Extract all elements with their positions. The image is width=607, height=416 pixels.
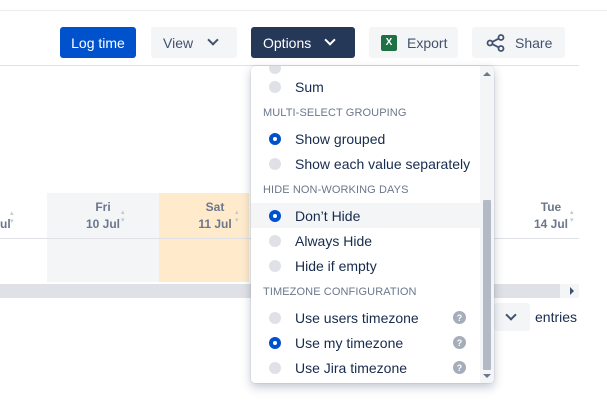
radio-icon bbox=[269, 80, 281, 93]
export-button[interactable]: X Export bbox=[369, 27, 458, 58]
option-label: Sum bbox=[295, 78, 324, 95]
entries-per-page-select[interactable] bbox=[494, 303, 530, 331]
option-label: Use users timezone bbox=[295, 309, 419, 326]
share-button[interactable]: Share bbox=[472, 27, 565, 58]
chevron-down-icon bbox=[207, 34, 219, 46]
radio-selected-icon bbox=[269, 132, 281, 145]
radio-icon bbox=[269, 66, 281, 74]
excel-icon: X bbox=[381, 34, 397, 51]
scroll-down-arrow-icon[interactable] bbox=[483, 374, 491, 378]
view-button[interactable]: View bbox=[151, 27, 237, 58]
help-icon[interactable]: ? bbox=[453, 336, 466, 349]
radio-icon bbox=[269, 361, 281, 374]
section-timezone-configuration: TIMEZONE CONFIGURATION bbox=[263, 286, 417, 298]
sort-icon: ▴ ▾ bbox=[570, 209, 574, 224]
radio-icon bbox=[269, 311, 281, 324]
dropdown-scrollbar[interactable] bbox=[480, 66, 494, 383]
option-label: Use my timezone bbox=[295, 334, 404, 351]
option-use-my-timezone[interactable]: Use my timezone ? bbox=[251, 330, 480, 355]
options-dropdown: Sum MULTI-SELECT GROUPING Show grouped S… bbox=[251, 66, 494, 383]
radio-icon bbox=[269, 234, 281, 247]
dropdown-scrollbar-thumb[interactable] bbox=[483, 200, 491, 370]
chevron-down-icon bbox=[505, 309, 517, 321]
option-label: Always Hide bbox=[295, 232, 373, 249]
options-label: Options bbox=[263, 34, 312, 51]
option-label: Hide if empty bbox=[295, 257, 377, 274]
scroll-up-arrow-icon[interactable] bbox=[483, 72, 491, 76]
share-label: Share bbox=[515, 34, 553, 51]
option-use-users-timezone[interactable]: Use users timezone ? bbox=[251, 305, 480, 330]
sort-icon: ▴ ▾ bbox=[235, 209, 239, 224]
log-time-label: Log time bbox=[71, 34, 125, 51]
option-use-jira-timezone[interactable]: Use Jira timezone ? bbox=[251, 355, 480, 380]
option-show-grouped[interactable]: Show grouped bbox=[251, 126, 480, 151]
options-button[interactable]: Options bbox=[251, 27, 355, 58]
option-label: Show each value separately bbox=[295, 155, 471, 172]
day-date: ul bbox=[0, 217, 11, 231]
share-icon bbox=[486, 33, 506, 52]
option-show-each-value-separately[interactable]: Show each value separately bbox=[251, 151, 480, 176]
export-label: Export bbox=[407, 34, 448, 51]
option-always-hide[interactable]: Always Hide bbox=[251, 228, 480, 253]
view-label: View bbox=[163, 34, 194, 51]
sort-icon: ▴ ▾ bbox=[121, 209, 125, 224]
day-name bbox=[0, 199, 9, 216]
entries-label: entries bbox=[535, 309, 578, 325]
chevron-down-icon bbox=[324, 34, 336, 46]
scroll-right-arrow-icon[interactable] bbox=[570, 287, 574, 295]
option-sum[interactable]: Sum bbox=[251, 74, 480, 99]
day-header-fri[interactable]: Fri 10 Jul bbox=[72, 199, 134, 233]
option-label: Use Jira timezone bbox=[295, 359, 408, 376]
section-multi-select-grouping: MULTI-SELECT GROUPING bbox=[263, 107, 407, 119]
option-dont-hide[interactable]: Don’t Hide bbox=[251, 203, 480, 228]
radio-selected-icon bbox=[269, 209, 281, 222]
radio-icon bbox=[269, 157, 281, 170]
day-header-partial[interactable]: ul bbox=[0, 199, 11, 233]
sort-icon: ▴ ▾ bbox=[10, 210, 14, 225]
radio-icon bbox=[269, 259, 281, 272]
section-hide-non-working-days: HIDE NON-WORKING DAYS bbox=[263, 184, 409, 196]
help-icon[interactable]: ? bbox=[453, 311, 466, 324]
option-hide-if-empty[interactable]: Hide if empty bbox=[251, 253, 480, 278]
option-label: Show grouped bbox=[295, 130, 386, 147]
option-label: Don’t Hide bbox=[295, 207, 361, 224]
log-time-button[interactable]: Log time bbox=[60, 27, 136, 58]
radio-selected-icon bbox=[269, 336, 281, 349]
help-icon[interactable]: ? bbox=[453, 361, 466, 374]
top-divider bbox=[0, 10, 607, 11]
